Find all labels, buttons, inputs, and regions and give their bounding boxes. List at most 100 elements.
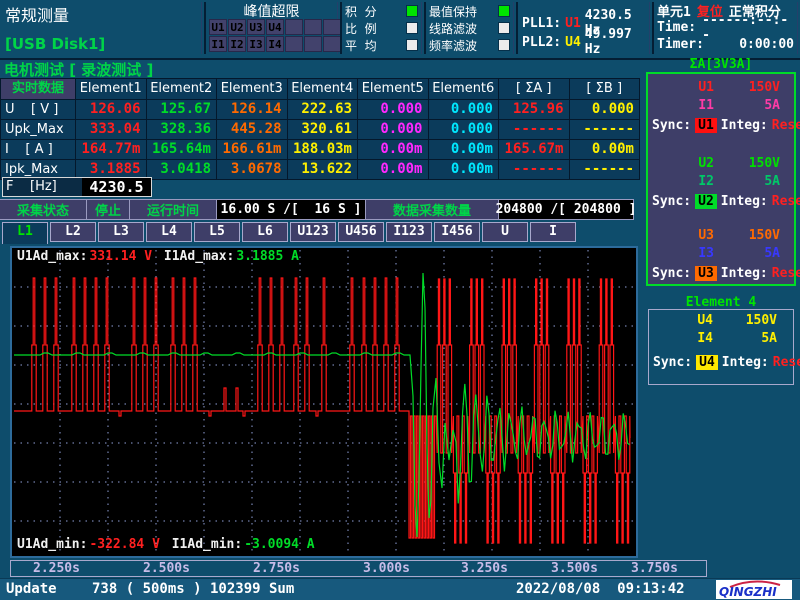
tab-l6[interactable]: L6 (242, 222, 288, 242)
i-channel: I2 (648, 174, 714, 192)
frequency-readout: F [Hz] 4230.5 (2, 177, 152, 197)
acq-status-value: 停止 (86, 199, 130, 220)
timer-value: 0:00:00 (739, 37, 794, 52)
i-range: 5A (714, 98, 780, 116)
unit-block: 单元1 复位 正常积分 Time: ------:--:-- Timer: 0:… (652, 2, 798, 54)
table-cell: 125.96 (499, 100, 569, 119)
tab-l5[interactable]: L5 (194, 222, 240, 242)
table-cell: 0.00m (358, 160, 428, 179)
peak-cell: I1 (209, 36, 227, 52)
sync-label: Sync: (653, 355, 692, 370)
filter-row[interactable]: 最值保持 (429, 3, 510, 19)
table-cell: 0.000 (429, 100, 499, 119)
sync-source-chip[interactable]: U3 (695, 266, 717, 281)
peak-over-limit-block: 峰值超限 U1 U2 U3 U4 I1 I2 I3 I4 (204, 2, 338, 54)
integ-mode-label: 比 例 (345, 20, 377, 37)
filter-label: 频率滤波 (429, 37, 477, 54)
table-cell: 0.000 (570, 100, 640, 119)
table-cell: 126.14 (217, 100, 287, 119)
brand-logo-text: QINGZHI (719, 585, 777, 599)
filter-label: 最值保持 (429, 3, 477, 20)
table-header-cell: Element6 (429, 79, 499, 99)
time-label: Time: (657, 20, 696, 35)
checkbox-on-icon[interactable] (406, 5, 418, 17)
status-bar: Update 738 ( 500ms ) 102399 Sum 2022/08/… (0, 578, 800, 600)
x-tick: 3.250s (461, 561, 508, 576)
u-range: 150V (714, 80, 780, 98)
tab-u[interactable]: U (482, 222, 528, 242)
tab-i[interactable]: I (530, 222, 576, 242)
table-cell: 320.61 (288, 120, 358, 139)
i-max-value: 3.1885 A (236, 249, 299, 264)
integ-status: Reset (773, 355, 800, 370)
power-analyzer-screen: 常规测量 [USB Disk1] 峰值超限 U1 U2 U3 U4 I1 I2 … (0, 0, 800, 600)
peak-cell: U2 (228, 19, 246, 35)
tab-l4[interactable]: L4 (146, 222, 192, 242)
checkbox-off-icon[interactable] (498, 39, 510, 51)
tab-u456[interactable]: U456 (338, 222, 384, 242)
peak-over-limit-title: 峰值超限 (206, 1, 337, 21)
sync-source-chip[interactable]: U4 (696, 355, 718, 370)
element3-group: U3150V I35A Sync: U3 Integ: Reset (648, 228, 794, 282)
filter-row[interactable]: 频率滤波 (429, 37, 510, 53)
table-header-cell: Element5 (358, 79, 428, 99)
peak-cell (304, 19, 322, 35)
checkbox-on-icon[interactable] (498, 5, 510, 17)
u-channel: U2 (648, 156, 714, 174)
filter-row[interactable]: 线路滤波 (429, 20, 510, 36)
tab-l3[interactable]: L3 (98, 222, 144, 242)
pll2-label: PLL2: (522, 35, 561, 50)
table-cell: ------ (570, 120, 640, 139)
x-tick: 2.750s (253, 561, 300, 576)
integ-mode-row[interactable]: 平 均 (345, 37, 418, 53)
u-max-label: U1Ad_max: (17, 249, 87, 264)
measure-mode-block: 常规测量 [USB Disk1] (0, 2, 202, 54)
tab-l2[interactable]: L2 (50, 222, 96, 242)
filter-block: 最值保持 线路滤波 频率滤波 (424, 2, 514, 54)
integ-label: Integ: (721, 266, 768, 281)
sync-source-chip[interactable]: U2 (695, 194, 717, 209)
tab-i123[interactable]: I123 (386, 222, 432, 242)
table-cell: 3.0418 (147, 160, 217, 179)
row-label: I [ A ] (1, 140, 75, 159)
pll2-source: U4 (565, 35, 581, 50)
x-tick: 2.500s (143, 561, 190, 576)
integ-status: Reset (772, 118, 800, 133)
tab-l1[interactable]: L1 (2, 222, 48, 244)
peak-cell: U1 (209, 19, 227, 35)
i-channel: I3 (648, 246, 714, 264)
wiring-group-panel: U1150V I15A Sync: U1 Integ: Reset U2150V… (646, 72, 796, 286)
sync-source-chip[interactable]: U1 (695, 118, 717, 133)
table-header-cell: [ ΣA ] (499, 79, 569, 99)
checkbox-off-icon[interactable] (406, 39, 418, 51)
table-cell: 188.03m (288, 140, 358, 159)
wiring-group-title: ΣA[3V3A] (646, 57, 796, 72)
tab-u123[interactable]: U123 (290, 222, 336, 242)
i-range: 5A (714, 174, 780, 192)
table-cell: 0.000 (358, 120, 428, 139)
u-range: 150V (713, 313, 777, 331)
table-cell: ------ (570, 160, 640, 179)
tab-i456[interactable]: I456 (434, 222, 480, 242)
time-axis: 2.250s 2.500s 2.750s 3.000s 3.250s 3.500… (10, 560, 707, 577)
pll1-label: PLL1: (522, 16, 561, 31)
update-label: Update (6, 581, 57, 597)
integ-mode-row[interactable]: 比 例 (345, 20, 418, 36)
integ-mode-row[interactable]: 积 分 (345, 3, 418, 19)
x-tick: 3.750s (631, 561, 678, 576)
table-cell: 328.36 (147, 120, 217, 139)
checkbox-off-icon[interactable] (498, 22, 510, 34)
table-cell: 13.622 (288, 160, 358, 179)
table-cell: 126.06 (76, 100, 146, 119)
table-cell: 333.04 (76, 120, 146, 139)
table-cell: 0.00m (358, 140, 428, 159)
table-header-cell: Element4 (288, 79, 358, 99)
i-max-label: I1Ad_max: (164, 249, 234, 264)
checkbox-off-icon[interactable] (406, 22, 418, 34)
table-cell: ------ (499, 160, 569, 179)
table-cell: 125.67 (147, 100, 217, 119)
peak-cell (323, 19, 341, 35)
table-header-cell: Element1 (76, 79, 146, 99)
u-range: 150V (714, 156, 780, 174)
u-channel: U1 (648, 80, 714, 98)
